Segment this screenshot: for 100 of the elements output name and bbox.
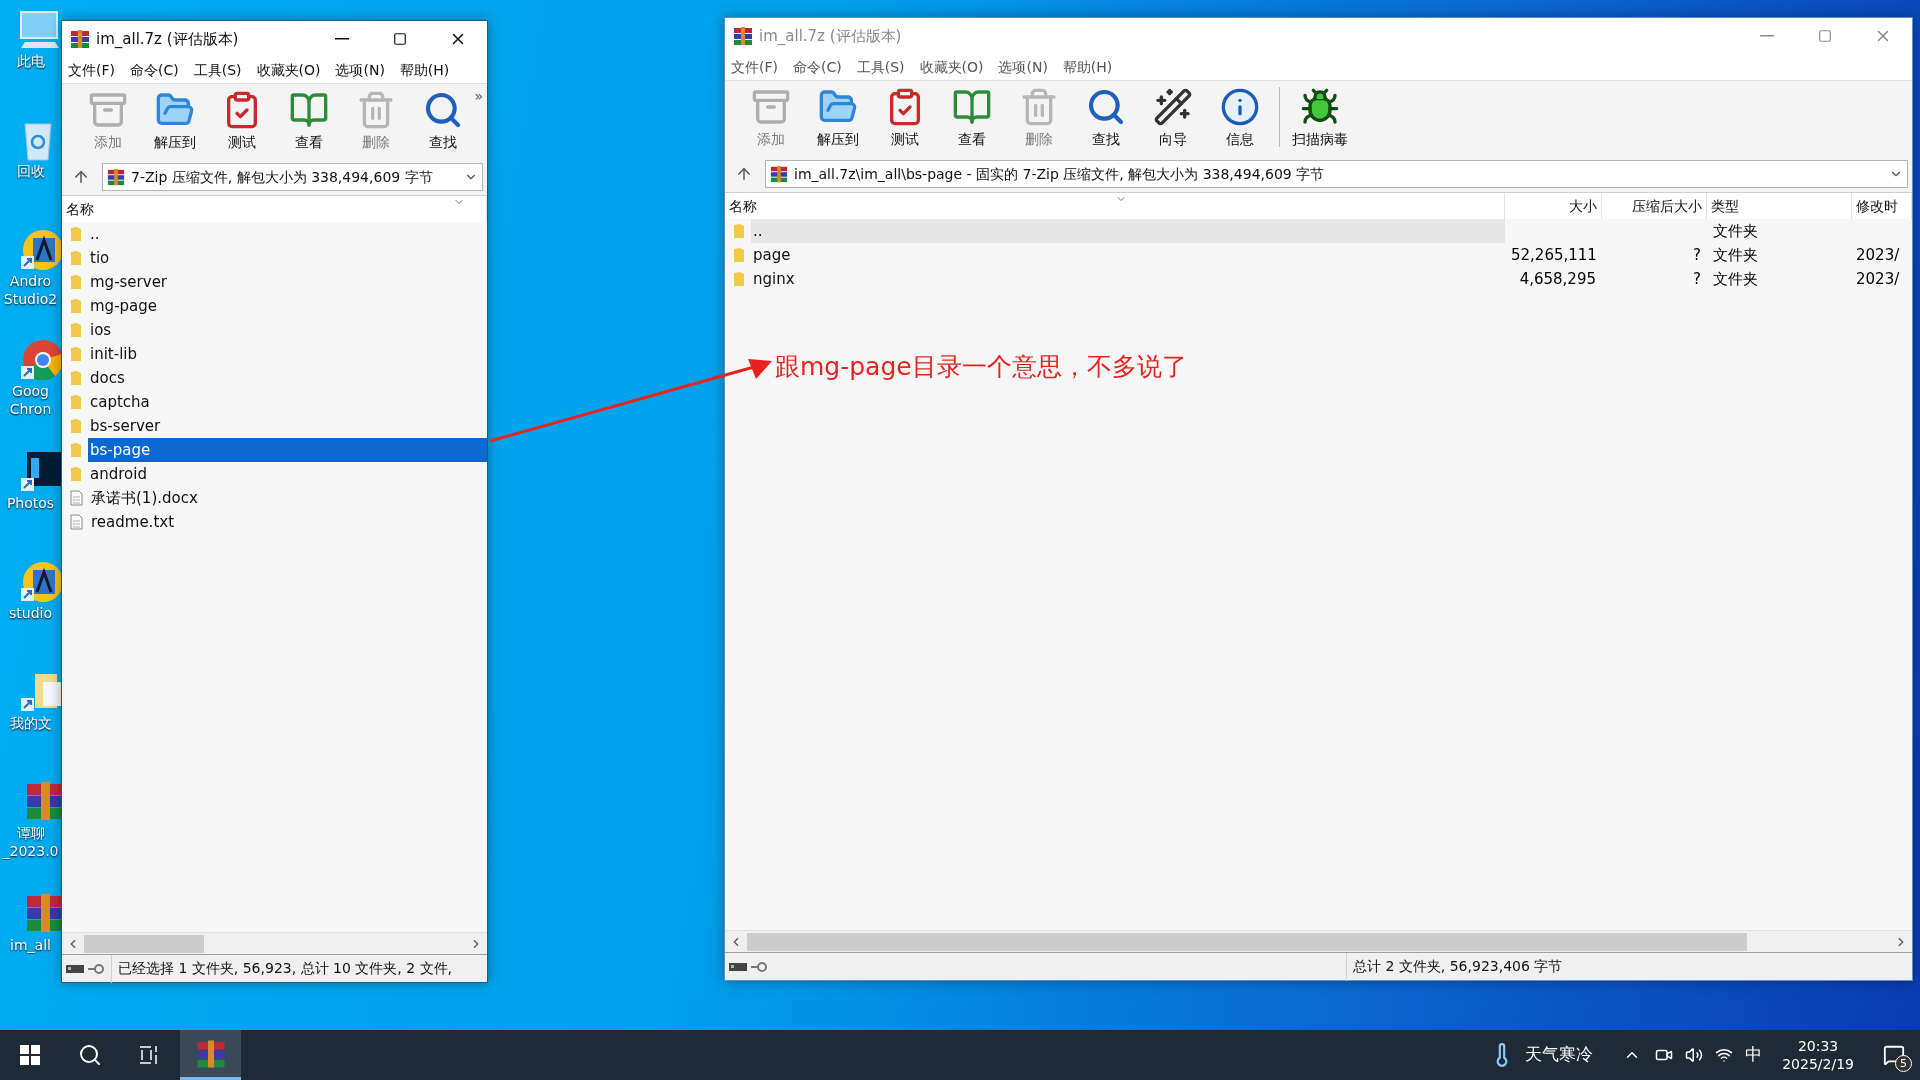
menu-item[interactable]: 工具(S) bbox=[856, 56, 905, 78]
toolbar-button[interactable]: 测试 bbox=[873, 87, 936, 150]
menu-item[interactable]: 文件(F) bbox=[68, 59, 115, 81]
archive-icon bbox=[750, 87, 791, 127]
clock-time[interactable]: 20:33 bbox=[1797, 1037, 1839, 1055]
windows-icon bbox=[20, 1045, 40, 1065]
size-cell-text: 4,658,295 bbox=[1518, 268, 1597, 290]
menu-item[interactable]: 选项(N) bbox=[998, 56, 1048, 78]
archive-icon bbox=[195, 1038, 226, 1069]
file-name[interactable]: captcha bbox=[88, 390, 487, 414]
file-name[interactable]: docs bbox=[88, 366, 487, 390]
type-cell-text: 文件夹 bbox=[1712, 220, 1759, 242]
file-name[interactable]: .. bbox=[88, 222, 487, 246]
file-name[interactable]: tio bbox=[88, 246, 487, 270]
file-name[interactable]: bs-page bbox=[88, 438, 487, 462]
annotation-text: 跟mg-page目录一个意思，不多说了 bbox=[775, 351, 1187, 383]
folder-icon bbox=[733, 247, 745, 263]
file-name[interactable]: mg-server bbox=[88, 270, 487, 294]
file-name[interactable]: android bbox=[88, 462, 487, 486]
desktop-icon-label: 此电 bbox=[16, 52, 45, 70]
desktop-icon-label: im_all bbox=[10, 936, 51, 954]
more-tools-button[interactable]: » bbox=[474, 86, 483, 107]
menu-item[interactable]: 命令(C) bbox=[130, 59, 179, 81]
file-name[interactable]: 承诺书(1).docx bbox=[89, 486, 487, 510]
toolbar-button[interactable]: 查找 bbox=[411, 90, 474, 153]
file-name[interactable]: page bbox=[751, 243, 1505, 267]
toolbar-button[interactable]: 扫描病毒 bbox=[1288, 87, 1351, 150]
desktop-icon-label: 回收 bbox=[16, 162, 45, 180]
column-header[interactable]: 修改时 bbox=[1852, 193, 1912, 219]
folder-icon bbox=[733, 271, 745, 287]
app-icon bbox=[107, 168, 125, 186]
folder-icon bbox=[70, 226, 82, 242]
file-name[interactable]: .. bbox=[751, 219, 1505, 243]
folder-icon bbox=[70, 346, 82, 362]
folder-icon bbox=[70, 418, 82, 434]
menu-item[interactable]: 文件(F) bbox=[731, 56, 778, 78]
address-field[interactable]: 7-Zip 压缩文件, 解包大小为 338,494,609 字节 bbox=[102, 163, 483, 191]
toolbar-button[interactable]: 查找 bbox=[1074, 87, 1137, 150]
packed-size-cell-text: ? bbox=[1692, 244, 1702, 266]
address-field[interactable]: im_all.7z\im_all\bs-page - 固实的 7-Zip 压缩文件, 解包大小为 338,494,609 字节 bbox=[765, 160, 1908, 188]
menu-item[interactable]: 帮助(H) bbox=[399, 59, 450, 81]
window-title: im_all.7z (评估版本) bbox=[759, 25, 903, 47]
desktop-icon-label: 谭聊 bbox=[16, 824, 45, 842]
desktop-icon-label: _2023.0 bbox=[2, 842, 59, 860]
toolbar-button[interactable]: 查看 bbox=[277, 90, 340, 153]
column-header[interactable]: 类型 bbox=[1707, 193, 1852, 219]
search-icon bbox=[78, 1043, 102, 1067]
toolbar-button[interactable]: 测试 bbox=[210, 90, 273, 153]
status-text: 总计 2 文件夹, 56,923,406 字节 bbox=[1352, 957, 1564, 976]
key-icon bbox=[751, 960, 767, 973]
info-icon bbox=[1219, 87, 1260, 127]
menu-item[interactable]: 工具(S) bbox=[193, 59, 242, 81]
menu-item[interactable]: 选项(N) bbox=[335, 59, 385, 81]
folder-icon bbox=[70, 394, 82, 410]
modified-cell-text: 2023/ bbox=[1855, 268, 1901, 290]
menu-item[interactable]: 命令(C) bbox=[793, 56, 842, 78]
archive-icon bbox=[87, 90, 128, 130]
folder-icon bbox=[733, 223, 745, 239]
folder-icon bbox=[70, 250, 82, 266]
horizontal-scrollbar[interactable] bbox=[62, 932, 487, 954]
type-cell-text: 文件夹 bbox=[1712, 244, 1759, 266]
key-icon bbox=[88, 962, 104, 975]
weather-text[interactable]: 天气寒冷 bbox=[1525, 1042, 1594, 1068]
menu-item[interactable]: 帮助(H) bbox=[1062, 56, 1113, 78]
menu-item[interactable]: 收藏夹(O) bbox=[256, 59, 321, 81]
minimize-icon bbox=[335, 38, 349, 40]
desktop-icon-label: Andro bbox=[9, 272, 52, 290]
toolbar-button[interactable]: 向导 bbox=[1141, 87, 1204, 150]
menu-item[interactable]: 收藏夹(O) bbox=[919, 56, 984, 78]
file-name[interactable]: mg-page bbox=[88, 294, 487, 318]
wifi-icon[interactable] bbox=[1715, 1046, 1734, 1064]
file-name[interactable]: bs-server bbox=[88, 414, 487, 438]
column-header[interactable]: 名称 bbox=[62, 196, 487, 222]
toolbar-button[interactable]: 查看 bbox=[940, 87, 1003, 150]
taskbar-app-button[interactable] bbox=[180, 1030, 241, 1080]
status-text: 已经选择 1 文件夹, 56,923, 总计 10 文件夹, 2 文件, bbox=[117, 959, 454, 978]
folder-icon bbox=[70, 370, 82, 386]
desktop-icon-label: studio bbox=[9, 604, 52, 622]
horizontal-scrollbar[interactable] bbox=[725, 930, 1912, 952]
column-header[interactable]: 压缩后大小 bbox=[1602, 193, 1707, 219]
file-name[interactable]: ios bbox=[88, 318, 487, 342]
toolbar-button[interactable]: 信息 bbox=[1208, 87, 1271, 150]
folder-icon bbox=[70, 442, 82, 458]
app-icon bbox=[733, 26, 753, 46]
folder-icon bbox=[70, 274, 82, 290]
desktop-icon-label: 我的文 bbox=[9, 714, 52, 732]
volume-icon[interactable] bbox=[1685, 1046, 1704, 1064]
toolbar-button[interactable]: 解压到 bbox=[806, 87, 869, 150]
file-name[interactable]: init-lib bbox=[88, 342, 487, 366]
app-icon bbox=[70, 29, 90, 49]
file-name[interactable]: nginx bbox=[751, 267, 1505, 291]
clock-date[interactable]: 2025/2/19 bbox=[1782, 1055, 1854, 1073]
folder-icon bbox=[70, 322, 82, 338]
column-header[interactable]: 大小 bbox=[1505, 193, 1602, 219]
window-title: im_all.7z (评估版本) bbox=[96, 28, 240, 50]
ime-indicator[interactable]: 中 bbox=[1745, 1042, 1763, 1068]
file-name[interactable]: readme.txt bbox=[89, 510, 487, 534]
document-icon bbox=[70, 514, 83, 530]
toolbar-button[interactable]: 解压到 bbox=[143, 90, 206, 153]
size-cell-text: 52,265,111 bbox=[1510, 244, 1598, 266]
